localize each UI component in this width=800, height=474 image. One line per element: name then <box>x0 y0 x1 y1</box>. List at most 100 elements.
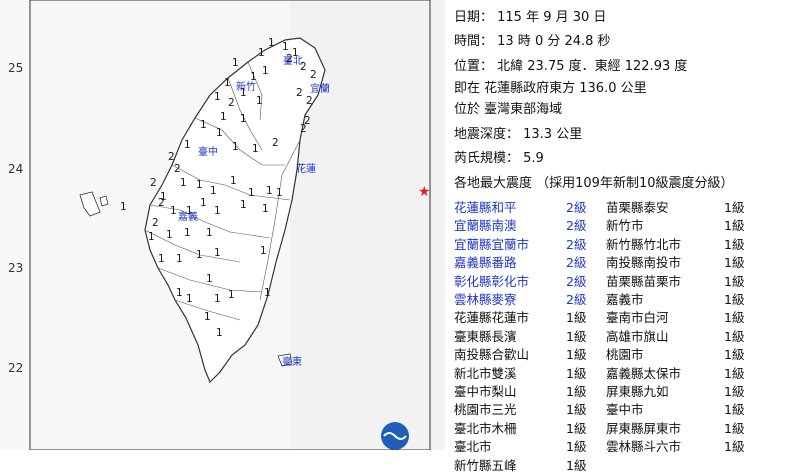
intensity-marker-1: 1 <box>232 141 239 153</box>
epicenter-star-icon: ★ <box>418 184 431 200</box>
station-intensity: 1級 <box>724 310 745 326</box>
intensity-marker-1: 1 <box>266 185 273 197</box>
intensity-marker-1: 1 <box>206 273 213 285</box>
intensity-marker-1: 1 <box>120 201 127 213</box>
intensity-marker-1: 1 <box>186 205 193 217</box>
intensity-table-row: 嘉義縣番路 2級 南投縣南投市 1級 <box>454 252 794 270</box>
station-name: 花蓮縣和平 <box>454 200 517 215</box>
intensity-marker-2: 2 <box>174 163 181 175</box>
station-intensity: 1級 <box>724 420 745 436</box>
intensity-table-row: 新北市雙溪 1級 嘉義縣太保市 1級 <box>454 363 794 381</box>
intensity-marker-1: 1 <box>176 253 183 265</box>
station-intensity: 1級 <box>566 457 587 473</box>
station-name: 屏東縣九如 <box>606 384 669 399</box>
station-intensity: 1級 <box>724 384 745 399</box>
intensity-marker-1: 1 <box>214 91 221 103</box>
station-intensity: 1級 <box>566 384 587 399</box>
intensity-marker-1: 1 <box>220 111 227 123</box>
intensity-marker-1: 1 <box>282 41 289 53</box>
intensity-marker-1: 1 <box>262 203 269 215</box>
lat-label-23: 23 <box>8 261 23 275</box>
intensity-marker-1: 1 <box>186 293 193 305</box>
intensity-table-row: 桃園市三光 1級 臺中市 1級 <box>454 399 794 417</box>
station-name: 雲林縣斗六市 <box>606 439 682 455</box>
intensity-marker-1: 1 <box>148 231 155 243</box>
intensity-marker-2: 2 <box>300 123 307 135</box>
station-intensity: 2級 <box>566 236 587 252</box>
station-intensity: 1級 <box>724 328 745 344</box>
cwa-logo <box>381 422 409 450</box>
intensity-marker-2: 2 <box>300 61 307 73</box>
intensity-marker-2: 2 <box>310 69 317 81</box>
station-name: 宜蘭縣南澳 <box>454 218 517 234</box>
map-canvas: 25 24 23 22 臺北 新竹 宜蘭 臺中 花蓮 嘉義 臺東 2222222… <box>0 0 445 451</box>
station-name: 花蓮縣花蓮市 <box>454 310 530 326</box>
station-name: 南投縣合歡山 <box>454 347 530 363</box>
intensity-marker-1: 1 <box>210 185 217 197</box>
intensity-marker-2: 2 <box>168 151 175 163</box>
intensity-marker-2: 2 <box>152 217 159 229</box>
intensity-table-row: 宜蘭縣宜蘭市 2級 新竹縣竹北市 1級 <box>454 234 794 252</box>
city-label-taitung: 臺東 <box>282 355 302 368</box>
station-intensity: 1級 <box>566 402 587 418</box>
intensity-marker-1: 1 <box>196 179 203 191</box>
station-intensity: 1級 <box>724 402 745 418</box>
station-intensity: 2級 <box>566 200 587 215</box>
intensity-marker-2: 2 <box>296 87 303 99</box>
station-intensity: 2級 <box>566 218 587 234</box>
intensity-marker-1: 1 <box>216 327 223 339</box>
station-name: 嘉義市 <box>606 292 644 307</box>
station-name: 臺北市 <box>454 439 492 455</box>
intensity-marker-1: 1 <box>230 175 237 187</box>
station-intensity: 2級 <box>566 273 587 289</box>
intensity-marker-2: 2 <box>228 97 235 109</box>
station-intensity: 1級 <box>566 420 587 436</box>
report-depth: 地震深度： 13.3 公里 <box>454 127 583 142</box>
intensity-marker-1: 1 <box>204 311 211 323</box>
city-label-taichung: 臺中 <box>198 145 218 158</box>
report-time: 時間： 13 時 0 分 24.8 秒 <box>454 34 611 49</box>
lat-label-24: 24 <box>8 162 23 176</box>
intensity-marker-1: 1 <box>200 197 207 209</box>
station-name: 高雄市旗山 <box>606 328 669 344</box>
station-name: 臺東縣長濱 <box>454 328 517 344</box>
station-name: 新竹縣竹北市 <box>606 236 682 252</box>
intensity-marker-1: 1 <box>232 57 239 69</box>
report-location: 位置： 北緯 23.75 度．東經 122.93 度 <box>454 59 688 74</box>
intensity-marker-1: 1 <box>214 247 221 259</box>
intensity-marker-1: 1 <box>276 187 283 199</box>
intensity-marker-1: 1 <box>240 87 247 99</box>
station-name: 臺中市 <box>606 402 644 418</box>
intensity-table-row: 南投縣合歡山 1級 桃園市 1級 <box>454 344 794 362</box>
station-name: 臺北市木柵 <box>454 420 517 436</box>
intensity-marker-1: 1 <box>292 47 299 59</box>
station-name: 苗栗縣苗栗市 <box>606 273 682 289</box>
intensity-marker-1: 1 <box>184 139 191 151</box>
intensity-marker-1: 1 <box>248 187 255 199</box>
station-name: 嘉義縣太保市 <box>606 365 682 381</box>
station-intensity: 1級 <box>724 200 745 215</box>
report-date: 日期： 115 年 9 月 30 日 <box>454 10 607 25</box>
station-name: 苗栗縣泰安 <box>606 200 669 215</box>
intensity-marker-1: 1 <box>240 113 247 125</box>
intensity-marker-1: 1 <box>264 287 271 299</box>
intensity-marker-1: 1 <box>252 143 259 155</box>
station-name: 新北市雙溪 <box>454 365 517 381</box>
intensity-marker-1: 1 <box>262 65 269 77</box>
intensity-marker-2: 2 <box>306 95 313 107</box>
report-panel: 日期： 115 年 9 月 30 日 時間： 13 時 0 分 24.8 秒 位… <box>448 0 800 473</box>
station-name: 新竹市 <box>606 218 644 234</box>
station-intensity: 1級 <box>724 273 745 289</box>
station-name: 桃園市三光 <box>454 402 517 418</box>
intensity-marker-1: 1 <box>250 71 257 83</box>
intensity-marker-2: 2 <box>272 137 279 149</box>
station-intensity: 1級 <box>724 218 745 234</box>
station-intensity: 2級 <box>566 292 587 307</box>
station-name: 新竹縣五峰 <box>454 457 517 473</box>
station-intensity: 1級 <box>566 310 587 326</box>
intensity-map: 25 24 23 22 臺北 新竹 宜蘭 臺中 花蓮 嘉義 臺東 2222222… <box>0 0 445 451</box>
intensity-marker-1: 1 <box>196 249 203 261</box>
intensity-marker-1: 1 <box>176 287 183 299</box>
station-name: 臺南市白河 <box>606 310 669 326</box>
intensity-marker-1: 1 <box>214 205 221 217</box>
